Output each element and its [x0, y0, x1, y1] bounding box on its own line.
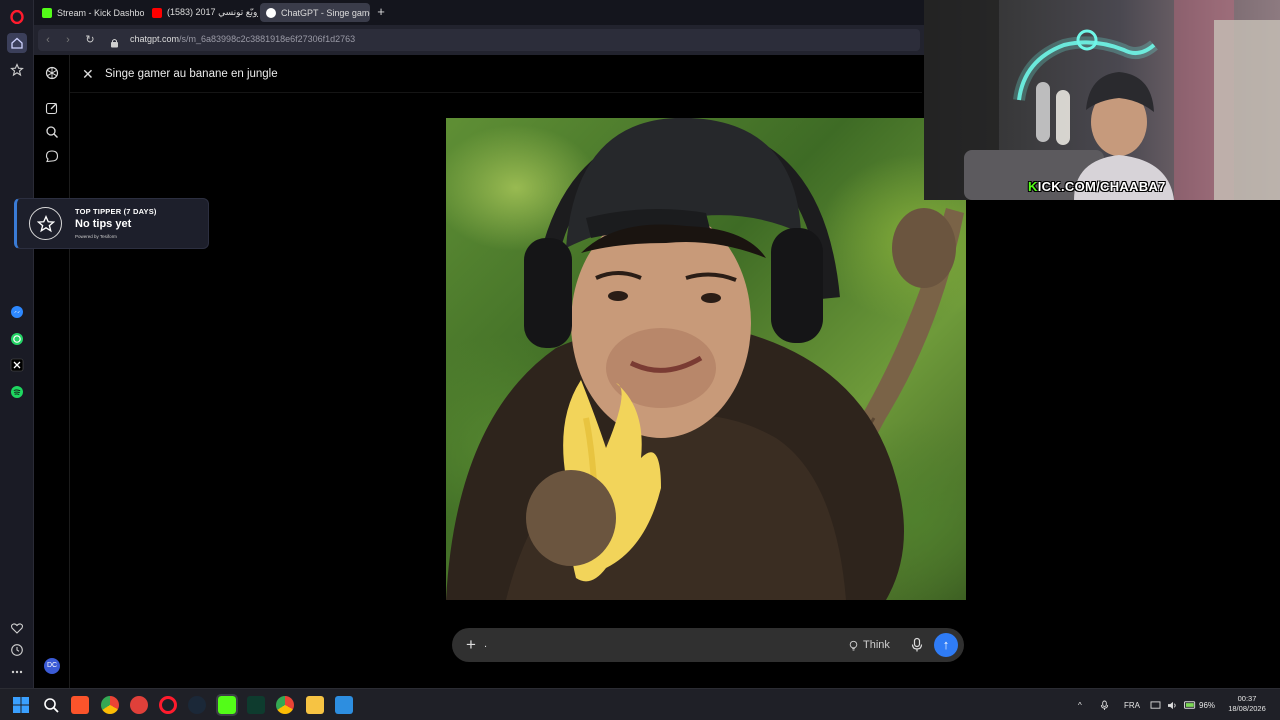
tip-powered-by: Powered by Tesiform: [75, 234, 117, 239]
more-options-icon[interactable]: [7, 662, 27, 682]
heart-icon[interactable]: [7, 618, 27, 638]
brave-icon[interactable]: [71, 696, 89, 714]
microphone-icon[interactable]: [910, 637, 924, 653]
kick-letter: K: [1028, 179, 1038, 194]
plus-icon[interactable]: +: [462, 636, 480, 654]
url-domain: chatgpt.com: [130, 34, 180, 44]
spotify-icon[interactable]: [7, 382, 27, 402]
app-icon[interactable]: [335, 696, 353, 714]
star-icon: [29, 207, 62, 240]
terminal-icon[interactable]: [247, 696, 265, 714]
image-viewer-header: ✕ Singe gamer au banane en jungle: [70, 55, 922, 93]
kick-app-icon[interactable]: [216, 694, 238, 716]
tab-bar: Stream - Kick Dashboard (1583) روبّع تون…: [34, 0, 924, 25]
battery-indicator[interactable]: 96%: [1184, 689, 1215, 720]
forward-icon[interactable]: ›: [62, 34, 74, 46]
tab-chatgpt[interactable]: ChatGPT - Singe gamer au: [260, 3, 370, 22]
search-icon[interactable]: [44, 124, 60, 140]
chrome-profile-icon[interactable]: [276, 696, 294, 714]
url-text[interactable]: chatgpt.com/s/m_6a83998c2c3881918e6f2730…: [130, 34, 355, 44]
url-path: /s/m_6a83998c2c3881918e6f27306f1d2763: [179, 34, 356, 44]
kick-channel-overlay: KICK.COM/CHAABA7: [1028, 179, 1166, 194]
tray-chevron-icon[interactable]: ^: [1078, 689, 1082, 720]
kick-favicon-icon: [42, 7, 52, 18]
back-icon[interactable]: ‹: [42, 34, 54, 46]
windows-taskbar: ^ FRA 96% 00:37 18/08/2026: [0, 688, 1280, 720]
address-bar: ‹ › ↻ chatgpt.com/s/m_6a83998c2c3881918e…: [34, 25, 924, 55]
language-indicator[interactable]: FRA: [1124, 689, 1140, 720]
youtube-favicon-icon: [152, 7, 162, 18]
opera-gx-icon[interactable]: [130, 696, 148, 714]
top-tipper-widget: TOP TIPPER (7 DAYS) No tips yet Powered …: [14, 198, 209, 249]
webcam-overlay: KICK.COM/CHAABA7: [924, 0, 1280, 200]
history-clock-icon[interactable]: [7, 640, 27, 660]
opera-sidebar: [0, 0, 34, 688]
battery-percent: 96%: [1199, 700, 1216, 710]
whatsapp-icon[interactable]: [7, 329, 27, 349]
home-icon[interactable]: [7, 33, 27, 53]
send-button[interactable]: ↑: [934, 633, 958, 657]
clock-date: 18/08/2026: [1228, 704, 1266, 713]
search-taskbar-icon[interactable]: [42, 696, 60, 714]
tip-heading: TOP TIPPER (7 DAYS): [75, 207, 157, 216]
composer-input[interactable]: .: [484, 638, 487, 650]
tray-mic-icon[interactable]: [1100, 689, 1109, 720]
opera-taskbar-icon[interactable]: [159, 696, 177, 714]
message-composer[interactable]: + . Think ↑: [452, 628, 964, 662]
tab-youtube[interactable]: (1583) روبّع تونسي 2017 ‎se: [146, 3, 258, 22]
network-icon[interactable]: [1150, 689, 1161, 720]
tip-message: No tips yet: [75, 218, 132, 230]
chrome-icon[interactable]: [101, 696, 119, 714]
clock-time: 00:37: [1237, 694, 1257, 703]
bookmarks-star-icon[interactable]: [7, 60, 27, 80]
chatgpt-favicon-icon: [266, 7, 276, 18]
new-chat-icon[interactable]: [44, 100, 60, 116]
battery-icon: [1184, 701, 1196, 709]
system-clock[interactable]: 00:37 18/08/2026: [1222, 694, 1272, 714]
tab-label: ChatGPT - Singe gamer au: [281, 7, 370, 18]
steam-icon[interactable]: [188, 696, 206, 714]
think-button[interactable]: Think: [848, 636, 890, 654]
close-icon[interactable]: ✕: [82, 67, 96, 81]
lock-icon: [110, 35, 119, 48]
kick-url-text: ICK.COM/CHAABA7: [1037, 179, 1166, 194]
reload-icon[interactable]: ↻: [84, 34, 96, 46]
volume-icon[interactable]: [1167, 689, 1178, 720]
address-field[interactable]: ‹ › ↻ chatgpt.com/s/m_6a83998c2c3881918e…: [38, 29, 920, 51]
lightbulb-icon: [849, 640, 858, 651]
messenger-icon[interactable]: [7, 302, 27, 322]
image-title: Singe gamer au banane en jungle: [105, 68, 278, 80]
tab-label: Stream - Kick Dashboard: [57, 7, 144, 18]
opera-logo-icon[interactable]: [7, 7, 27, 27]
new-tab-button[interactable]: +: [374, 5, 388, 19]
tab-label: (1583) روبّع تونسي 2017 ‎se: [167, 7, 258, 17]
file-explorer-icon[interactable]: [306, 696, 324, 714]
x-twitter-icon[interactable]: [7, 355, 27, 375]
chatgpt-rail: DC: [34, 55, 70, 688]
chat-bubble-icon[interactable]: [44, 148, 60, 164]
generated-image[interactable]: [446, 118, 966, 600]
think-label: Think: [863, 639, 890, 651]
openai-logo-icon[interactable]: [44, 65, 60, 81]
windows-start-icon[interactable]: [12, 696, 30, 714]
profile-avatar[interactable]: DC: [44, 658, 60, 674]
tab-kick-dashboard[interactable]: Stream - Kick Dashboard: [36, 3, 144, 22]
